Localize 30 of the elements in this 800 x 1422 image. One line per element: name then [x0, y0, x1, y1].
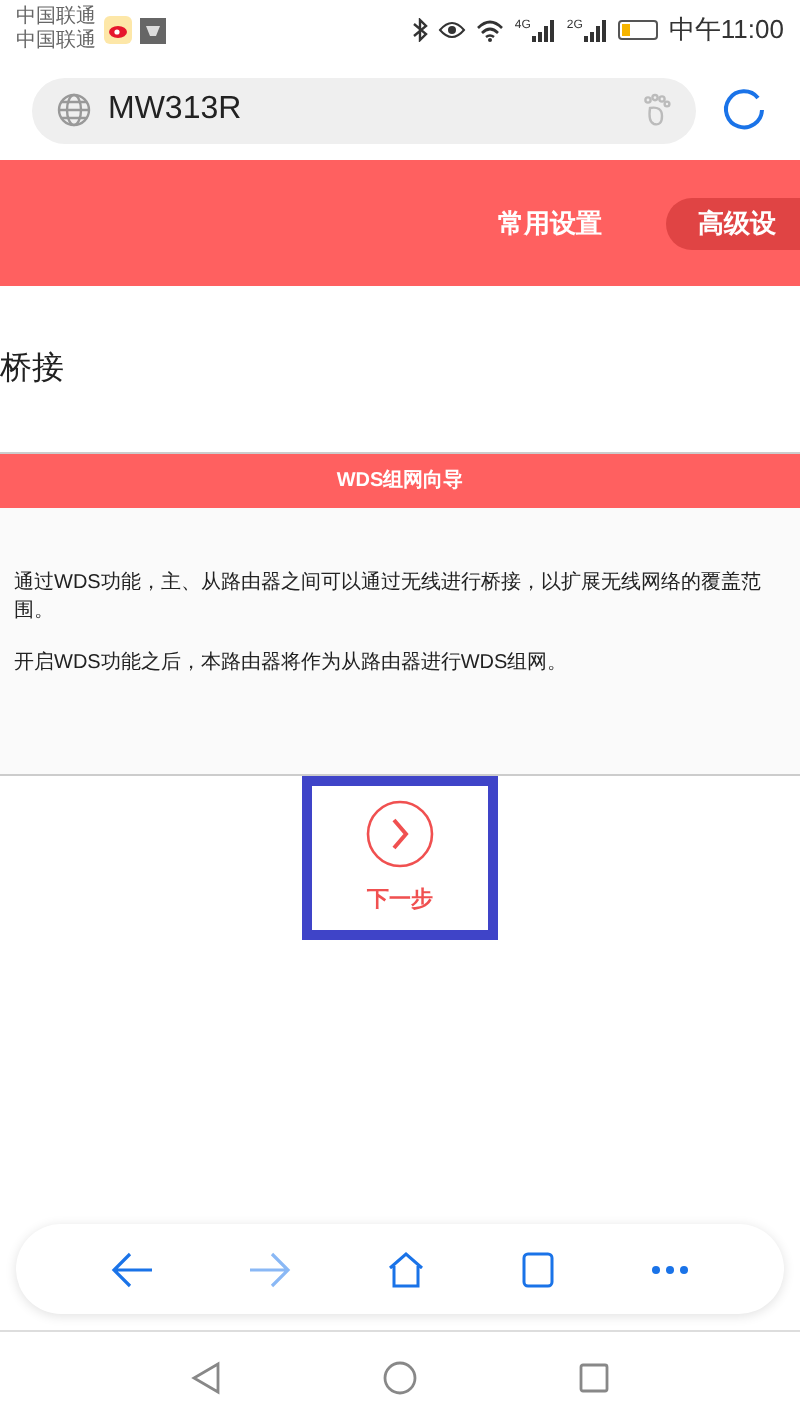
globe-icon: [56, 92, 92, 128]
footprint-icon: [640, 92, 672, 128]
home-button-icon[interactable]: [382, 1359, 418, 1395]
bluetooth-icon: [412, 18, 429, 42]
menu-icon[interactable]: [649, 1263, 690, 1275]
recent-apps-icon[interactable]: [578, 1361, 610, 1393]
description-text: 开启WDS功能之后，本路由器将作为从路由器进行WDS组网。: [14, 650, 570, 678]
home-icon[interactable]: [385, 1249, 426, 1289]
eye-icon: [438, 20, 467, 40]
refresh-icon[interactable]: [720, 86, 768, 134]
signal-icon: [584, 19, 609, 41]
carrier-label: 中国联通: [16, 6, 96, 29]
tabs-icon[interactable]: [519, 1249, 556, 1289]
next-button[interactable]: 下一步: [302, 776, 498, 940]
address-field[interactable]: MW313R: [32, 77, 696, 143]
wifi-icon: [476, 19, 505, 41]
signal-icon: [532, 19, 557, 41]
back-arrow-icon[interactable]: [110, 1249, 155, 1289]
battery-icon: [618, 20, 659, 40]
clock: 中午11:00: [668, 12, 784, 49]
page-title: 桥接: [0, 349, 64, 389]
nav-tab[interactable]: 常用设置: [474, 197, 626, 249]
carrier-label: 中国联通: [16, 30, 96, 54]
description-text: 通过WDS功能，主、从路由器之间可以通过无线进行桥接，以扩展无线网络的覆盖范围。: [14, 570, 763, 626]
weibo-icon: [104, 16, 132, 44]
chevron-right-icon: [366, 799, 434, 868]
section-header: WDS组网向导: [0, 454, 800, 508]
back-icon[interactable]: [190, 1359, 222, 1395]
nav-tab[interactable]: 高级设: [666, 197, 800, 249]
app-icon: [140, 17, 166, 43]
